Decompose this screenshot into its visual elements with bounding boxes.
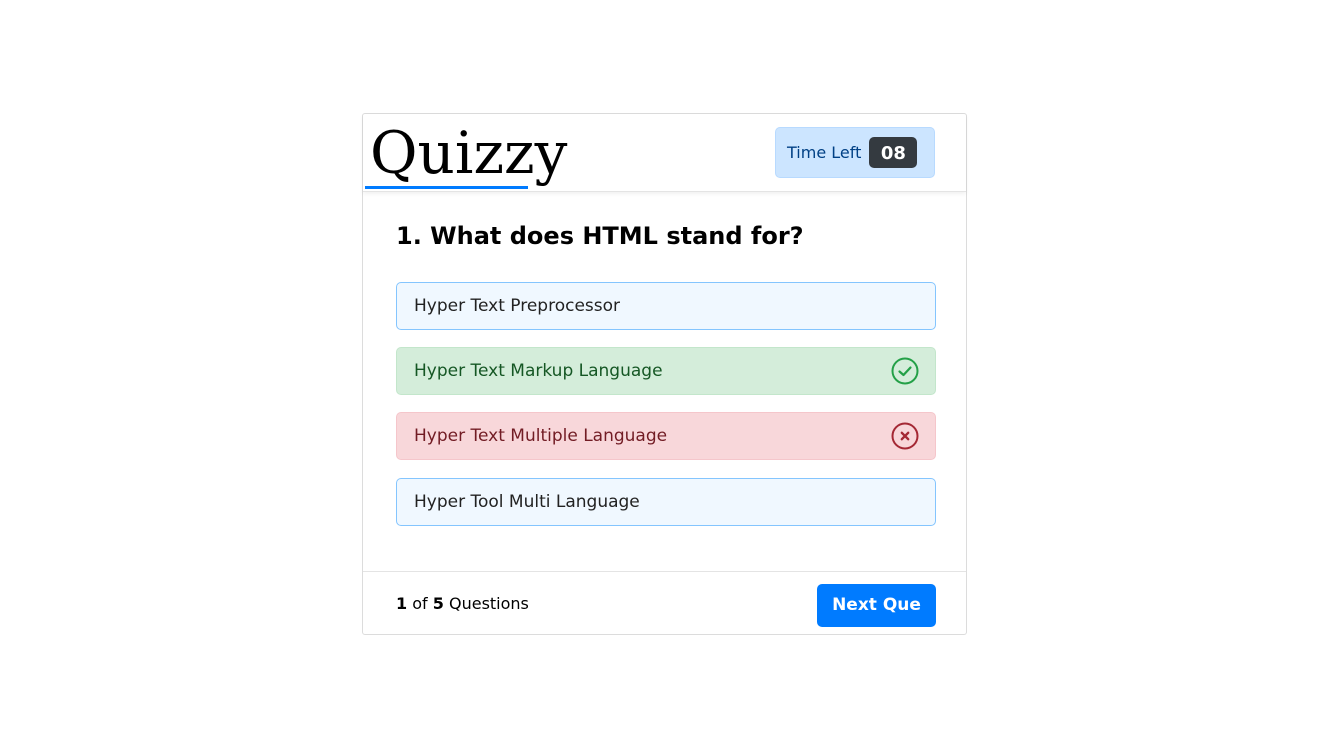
total-questions-number: 5 bbox=[432, 594, 444, 613]
time-progress-line bbox=[365, 186, 528, 189]
counter-of: of bbox=[412, 594, 428, 613]
current-question-number: 1 bbox=[396, 594, 408, 613]
option-label: Hyper Tool Multi Language bbox=[414, 492, 640, 512]
check-circle-icon bbox=[891, 357, 919, 385]
option-4[interactable]: Hyper Tool Multi Language bbox=[396, 478, 936, 526]
quiz-box: Quizzy Time Left 08 1. What does HTML st… bbox=[362, 113, 967, 635]
option-label: Hyper Text Markup Language bbox=[414, 361, 663, 381]
option-label: Hyper Text Multiple Language bbox=[414, 426, 668, 446]
next-question-button[interactable]: Next Que bbox=[817, 584, 936, 627]
timer-label: Time Left bbox=[787, 143, 862, 162]
question-text: 1. What does HTML stand for? bbox=[396, 222, 804, 250]
timer: Time Left 08 bbox=[775, 127, 935, 178]
quiz-footer: 1 of 5 Questions Next Que bbox=[363, 571, 966, 635]
option-2-correct[interactable]: Hyper Text Markup Language bbox=[396, 347, 936, 395]
option-3-incorrect[interactable]: Hyper Text Multiple Language bbox=[396, 412, 936, 460]
quiz-header: Quizzy Time Left 08 bbox=[363, 114, 966, 192]
cross-circle-icon bbox=[891, 422, 919, 450]
option-1[interactable]: Hyper Text Preprocessor bbox=[396, 282, 936, 330]
timer-seconds: 08 bbox=[869, 137, 918, 168]
counter-questions-label: Questions bbox=[448, 594, 529, 613]
option-label: Hyper Text Preprocessor bbox=[414, 296, 621, 316]
app-title: Quizzy bbox=[370, 119, 568, 187]
question-counter: 1 of 5 Questions bbox=[396, 594, 529, 613]
